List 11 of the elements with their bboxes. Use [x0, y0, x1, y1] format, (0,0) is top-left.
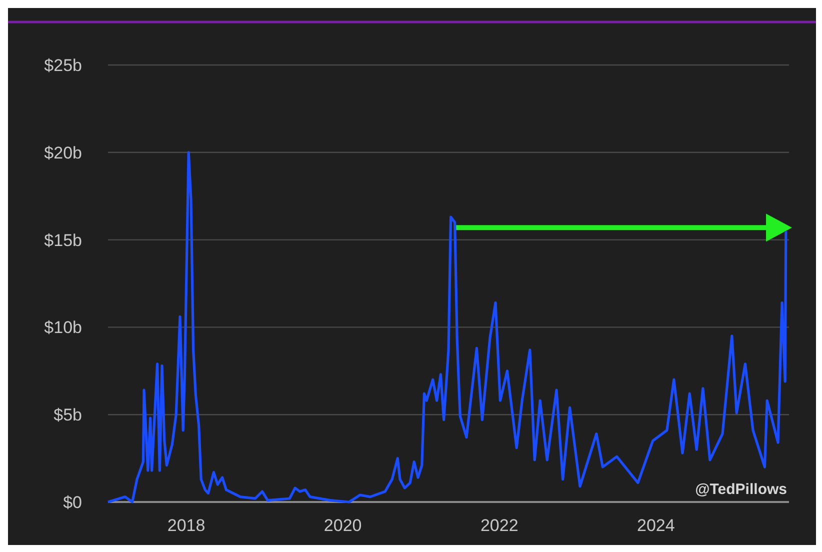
y-axis-label: $0	[63, 493, 82, 512]
credit-text: @TedPillows	[695, 481, 787, 498]
y-axis-label: $25b	[44, 56, 82, 75]
x-axis-label: 2018	[167, 516, 206, 535]
y-axis-label: $20b	[44, 143, 82, 162]
y-axis-label: $10b	[44, 318, 82, 338]
y-axis-label: $15b	[44, 230, 82, 250]
y-axis-label: $5b	[54, 406, 82, 425]
x-axis-label: 2024	[637, 516, 675, 535]
x-axis-label: 2022	[480, 516, 518, 535]
x-axis-label: 2020	[324, 516, 362, 535]
